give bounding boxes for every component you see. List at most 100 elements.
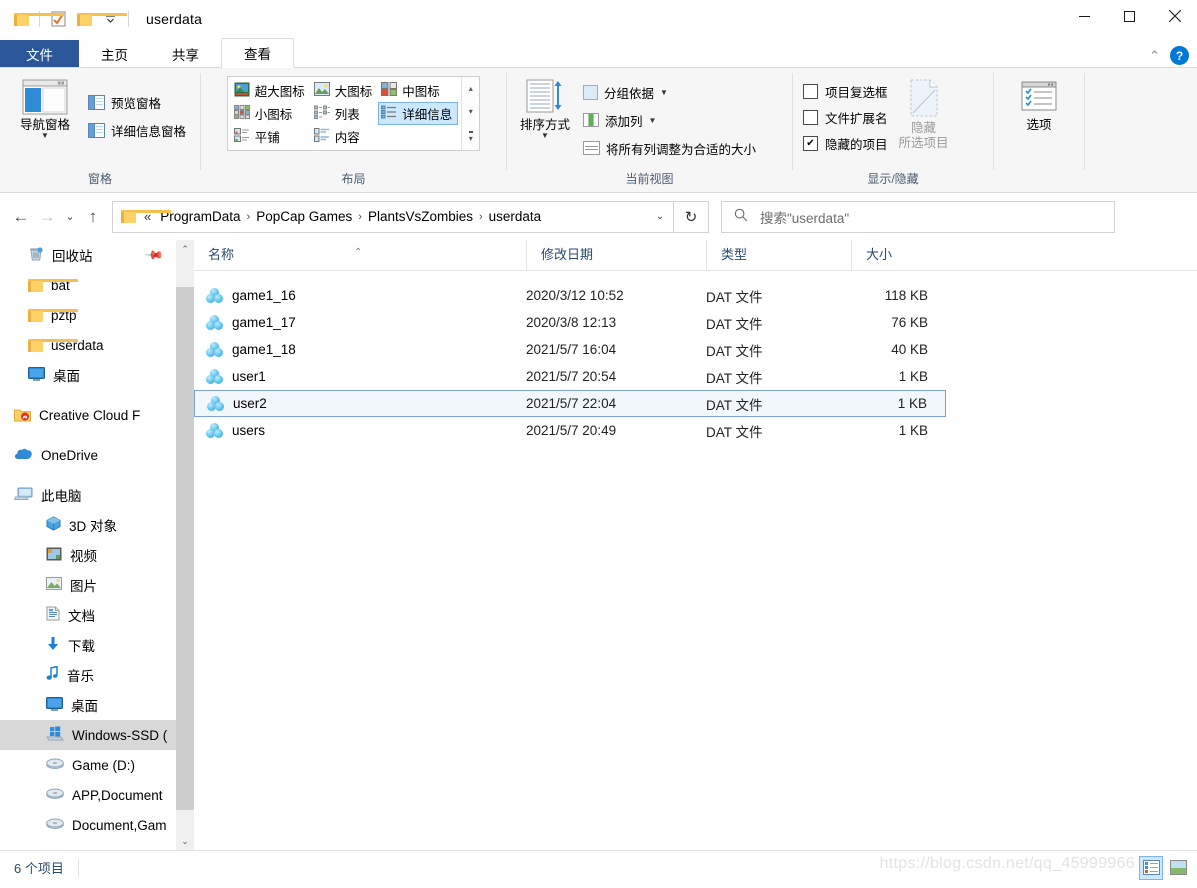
watermark: https://blog.csdn.net/qq_45999966 xyxy=(880,855,1135,873)
sidebar-item-pictures[interactable]: 图片 xyxy=(0,570,176,600)
size-all-columns-button[interactable]: 将所有列调整为合适的大小 xyxy=(579,134,760,162)
back-button[interactable]: ← xyxy=(8,204,34,230)
column-header-date[interactable]: 修改日期 xyxy=(526,240,706,270)
column-header-name[interactable]: ⌃ 名称 xyxy=(194,240,526,270)
preview-pane-button[interactable]: 预览窗格 xyxy=(84,88,190,116)
folder-icon[interactable] xyxy=(71,6,97,32)
help-button[interactable]: ? xyxy=(1170,46,1189,65)
file-size: 76 KB xyxy=(851,315,946,330)
sidebar-item-desktop[interactable]: 桌面 xyxy=(0,360,176,390)
table-row[interactable]: user2 2021/5/7 22:04 DAT 文件 1 KB xyxy=(194,390,946,417)
gallery-expand-icon[interactable]: ▾ xyxy=(469,131,473,143)
scroll-down-icon[interactable]: ⌄ xyxy=(176,832,194,850)
group-by-button[interactable]: 分组依据 ▼ xyxy=(579,78,760,106)
forward-button[interactable]: → xyxy=(34,204,60,230)
sidebar-item-documents[interactable]: 文档 xyxy=(0,600,176,630)
navigation-pane-scrollbar[interactable]: ⌃ ⌄ xyxy=(176,240,194,850)
ribbon-tabs: 文件 主页 共享 查看 ⌃ ? xyxy=(0,38,1197,68)
close-button[interactable] xyxy=(1152,0,1197,32)
gallery-item-tiles[interactable]: 平铺 xyxy=(231,125,311,148)
refresh-button[interactable]: ↻ xyxy=(674,201,709,233)
sidebar-item-windows-ssd[interactable]: Windows-SSD ( xyxy=(0,720,176,750)
breadcrumb-popcap-games[interactable]: PopCap Games xyxy=(251,209,357,224)
sidebar-item-userdata[interactable]: userdata xyxy=(0,330,176,360)
sidebar-item-bat[interactable]: bat xyxy=(0,270,176,300)
thumbnail-view-button[interactable] xyxy=(1167,857,1189,879)
sidebar-item-onedrive[interactable]: OneDrive xyxy=(0,440,176,470)
pin-icon[interactable]: 📌 xyxy=(144,245,164,265)
table-row[interactable]: game1_17 2020/3/8 12:13 DAT 文件 76 KB xyxy=(194,309,946,336)
sidebar-item-3d-objects[interactable]: 3D 对象 xyxy=(0,510,176,540)
table-row[interactable]: game1_18 2021/5/7 16:04 DAT 文件 40 KB xyxy=(194,336,946,363)
checkbox[interactable] xyxy=(803,110,818,125)
sidebar-item-this-pc[interactable]: 此电脑 xyxy=(0,480,176,510)
address-bar[interactable]: « ProgramData › PopCap Games › PlantsVsZ… xyxy=(112,201,674,233)
sidebar-item-pztp[interactable]: pztp xyxy=(0,300,176,330)
sidebar-item-creative-cloud-files[interactable]: Creative Cloud F xyxy=(0,400,176,430)
gallery-scrollbar[interactable]: ▴ ▾ ▾ xyxy=(461,77,479,150)
sidebar-item-document-game[interactable]: Document,Gam xyxy=(0,810,176,840)
sidebar-item-label: 图片 xyxy=(70,575,97,595)
collapse-ribbon-icon[interactable]: ⌃ xyxy=(1149,48,1160,64)
navigation-pane-button[interactable]: 导航窗格 ▼ xyxy=(6,74,84,139)
file-extensions-option[interactable]: 文件扩展名 xyxy=(803,104,888,130)
sort-by-button[interactable]: 排序方式 ▼ xyxy=(511,74,579,139)
breadcrumb-plantsvszombies[interactable]: PlantsVsZombies xyxy=(363,209,478,224)
table-row[interactable]: game1_16 2020/3/12 10:52 DAT 文件 118 KB xyxy=(194,282,946,309)
gallery-item-content[interactable]: 内容 xyxy=(311,125,379,148)
sidebar-item-downloads[interactable]: 下载 xyxy=(0,630,176,660)
table-row[interactable]: user1 2021/5/7 20:54 DAT 文件 1 KB xyxy=(194,363,946,390)
hide-selected-items-button[interactable]: 隐藏 所选项目 xyxy=(888,74,960,151)
item-checkboxes-option[interactable]: 项目复选框 xyxy=(803,78,888,104)
chevron-down-icon[interactable]: ▼ xyxy=(649,116,657,125)
table-row[interactable]: users 2021/5/7 20:49 DAT 文件 1 KB xyxy=(194,417,946,444)
breadcrumb-userdata[interactable]: userdata xyxy=(484,209,547,224)
spacer xyxy=(0,390,176,400)
checklist-icon[interactable] xyxy=(45,6,71,32)
scroll-up-icon[interactable]: ⌃ xyxy=(176,240,194,258)
tab-view[interactable]: 查看 xyxy=(221,38,294,68)
search-input[interactable]: 搜索"userdata" xyxy=(760,207,849,227)
sidebar-item-recycle-bin[interactable]: 回收站 📌 xyxy=(0,240,176,270)
hidden-items-option[interactable]: ✔ 隐藏的项目 xyxy=(803,130,888,156)
gallery-scroll-up-icon[interactable]: ▴ xyxy=(469,84,473,93)
chevron-down-icon[interactable]: ▼ xyxy=(41,133,49,139)
gallery-scroll-down-icon[interactable]: ▾ xyxy=(469,107,473,116)
minimize-button[interactable] xyxy=(1062,0,1107,32)
sidebar-item-label: Creative Cloud F xyxy=(39,408,140,423)
details-pane-button[interactable]: 详细信息窗格 xyxy=(84,116,190,144)
gallery-item-extra-large-icons[interactable]: 超大图标 xyxy=(231,79,311,102)
search-icon xyxy=(734,208,748,225)
details-view-button[interactable] xyxy=(1139,856,1163,880)
tab-home[interactable]: 主页 xyxy=(79,40,150,68)
sidebar-item-desktop-2[interactable]: 桌面 xyxy=(0,690,176,720)
sidebar-item-videos[interactable]: 视频 xyxy=(0,540,176,570)
column-header-type[interactable]: 类型 xyxy=(706,240,851,270)
gallery-item-list[interactable]: 列表 xyxy=(311,102,379,125)
gallery-item-large-icons[interactable]: 大图标 xyxy=(311,79,379,102)
checkbox[interactable] xyxy=(803,84,818,99)
gallery-item-details[interactable]: 详细信息 xyxy=(378,102,458,125)
address-dropdown-icon[interactable]: ⌄ xyxy=(649,204,671,230)
sidebar-item-game-d[interactable]: Game (D:) xyxy=(0,750,176,780)
chevron-down-icon[interactable]: ▼ xyxy=(660,88,668,97)
scrollbar-thumb[interactable] xyxy=(176,287,194,810)
checkbox-checked[interactable]: ✔ xyxy=(803,136,818,151)
layout-gallery[interactable]: 超大图标 大图标 中图标 xyxy=(227,76,481,151)
options-button[interactable]: 选项 xyxy=(1000,74,1078,132)
gallery-item-small-icons[interactable]: 小图标 xyxy=(231,102,311,125)
chevron-down-icon[interactable] xyxy=(97,6,123,32)
recent-locations-button[interactable]: ⌄ xyxy=(60,204,80,230)
sidebar-item-music[interactable]: 音乐 xyxy=(0,660,176,690)
tab-share[interactable]: 共享 xyxy=(150,40,221,68)
sidebar-item-app-document[interactable]: APP,Document xyxy=(0,780,176,810)
chevron-down-icon[interactable]: ▼ xyxy=(541,133,549,139)
column-header-size[interactable]: 大小 xyxy=(851,240,963,270)
gallery-item-medium-icons[interactable]: 中图标 xyxy=(378,79,458,102)
search-box[interactable]: 搜索"userdata" xyxy=(721,201,1115,233)
up-button[interactable]: ↑ xyxy=(80,204,106,230)
ribbon-help-area: ⌃ ? xyxy=(1149,46,1189,65)
maximize-button[interactable] xyxy=(1107,0,1152,32)
tab-file[interactable]: 文件 xyxy=(0,40,79,68)
add-columns-button[interactable]: 添加列 ▼ xyxy=(579,106,760,134)
